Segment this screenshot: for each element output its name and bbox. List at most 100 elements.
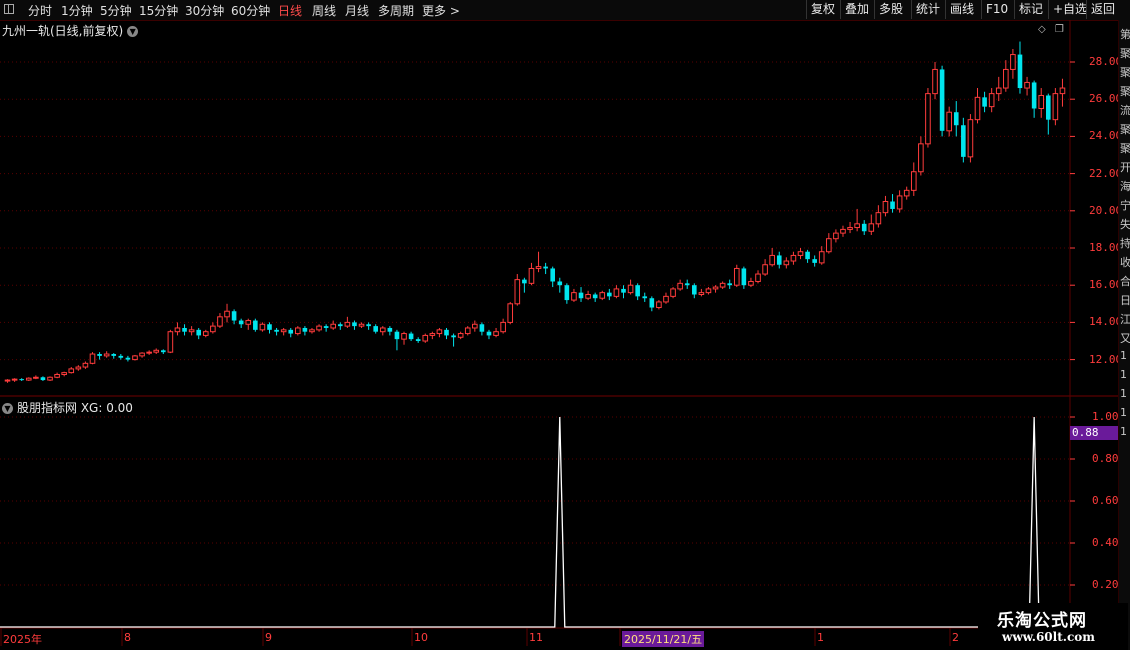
candle-body (1045, 95, 1051, 120)
candle-body (160, 350, 166, 353)
candle-body (755, 273, 761, 282)
side-strip-char: 收 (1120, 256, 1130, 269)
candle-body (550, 268, 556, 282)
date-label: 8 (124, 631, 131, 644)
side-strip-char: 聚 (1120, 47, 1130, 60)
candle-body (607, 292, 612, 297)
candle-body (33, 376, 39, 379)
candle-body (394, 331, 400, 340)
candle-body (833, 232, 839, 240)
candle-body (769, 254, 775, 266)
chart-canvas[interactable] (0, 0, 1130, 650)
candle-body (352, 322, 357, 327)
candle-body (564, 285, 570, 301)
candle-body (910, 171, 917, 191)
indicator-signal (0, 416, 1070, 628)
candle-body (890, 201, 895, 209)
side-strip-char: 日 (1120, 294, 1130, 307)
candle-body (868, 223, 875, 232)
candle-body (19, 379, 25, 381)
candle-body (358, 323, 365, 327)
side-strip-char: 海 (1120, 180, 1130, 193)
candle-body (111, 354, 117, 356)
candle-body (507, 303, 514, 323)
signal-line (0, 416, 1070, 628)
candle-body (805, 251, 810, 260)
candle-body (330, 323, 337, 329)
candle-body (259, 323, 266, 331)
candle-body (932, 68, 938, 95)
candle-body (854, 223, 860, 229)
side-strip-char: 聚 (1120, 66, 1130, 79)
candle-body (493, 331, 499, 336)
candle-body (1017, 54, 1023, 89)
candle-body (1052, 93, 1059, 121)
date-label: 2025年 (3, 633, 42, 646)
date-label: 11 (529, 631, 543, 644)
candle-body (174, 327, 181, 333)
candle-body (436, 329, 443, 335)
candle-body (896, 195, 903, 210)
candle-body (267, 324, 272, 330)
candle-body (472, 323, 478, 329)
candle-body (344, 321, 351, 327)
candle-body (40, 377, 46, 381)
candle-body (812, 259, 817, 263)
candle-body (719, 282, 726, 288)
side-strip-char: 开 (1120, 161, 1130, 174)
candle-body (4, 379, 11, 382)
candle-body (415, 339, 421, 341)
indicator-label: 股朋指标网 XG: 0.00 (17, 401, 133, 415)
candle-body (599, 292, 606, 299)
candle-body (861, 223, 867, 232)
side-strip-char: 1 (1120, 368, 1127, 381)
candle-body (97, 354, 102, 356)
side-strip-char: 宁 (1120, 199, 1130, 212)
candle-body (635, 285, 640, 297)
candle-body (288, 329, 294, 334)
candle-body (698, 292, 705, 296)
candle-body (961, 125, 966, 157)
candle-body (826, 238, 832, 253)
side-strip[interactable]: 第聚聚聚流聚聚开海宁失持收合日江又11111 (1118, 20, 1130, 650)
side-strip-char: 江 (1120, 313, 1130, 326)
candle-body (1031, 82, 1037, 109)
side-strip-char: 持 (1120, 237, 1130, 250)
candle-body (54, 373, 60, 378)
candle-body (514, 279, 521, 305)
candle-body (217, 316, 223, 327)
candle-body (918, 143, 924, 173)
candle-body (535, 266, 542, 269)
candle-body (522, 279, 527, 284)
candle-body (132, 355, 138, 361)
candle-body (677, 282, 683, 290)
candle-body (939, 69, 945, 131)
candle-body (882, 201, 889, 214)
candle-body (670, 288, 676, 297)
date-label: 2 (952, 631, 959, 644)
candle-body (571, 292, 577, 301)
candle-body (47, 376, 53, 381)
candle-body (528, 267, 535, 284)
side-strip-char: 流 (1120, 104, 1130, 117)
indicator-title: ▼ 股朋指标网 XG: 0.00 (2, 399, 133, 416)
candle-body (224, 310, 230, 318)
side-strip-char: 聚 (1120, 85, 1130, 98)
candle-body (408, 333, 414, 340)
price-candles (4, 41, 1066, 383)
candle-body (444, 329, 449, 336)
side-strip-char: 聚 (1120, 123, 1130, 136)
candle-body (783, 260, 790, 266)
candle-body (988, 93, 995, 108)
candle-body (451, 335, 456, 338)
candle-body (295, 327, 301, 335)
candle-body (316, 325, 322, 331)
candle-body (585, 294, 591, 299)
candle-body (656, 301, 662, 309)
candle-body (125, 357, 131, 360)
candle-body (762, 264, 768, 275)
candle-body (103, 353, 110, 357)
chevron-down-icon[interactable]: ▼ (2, 403, 13, 414)
candle-body (387, 327, 393, 332)
candle-body (302, 327, 308, 332)
